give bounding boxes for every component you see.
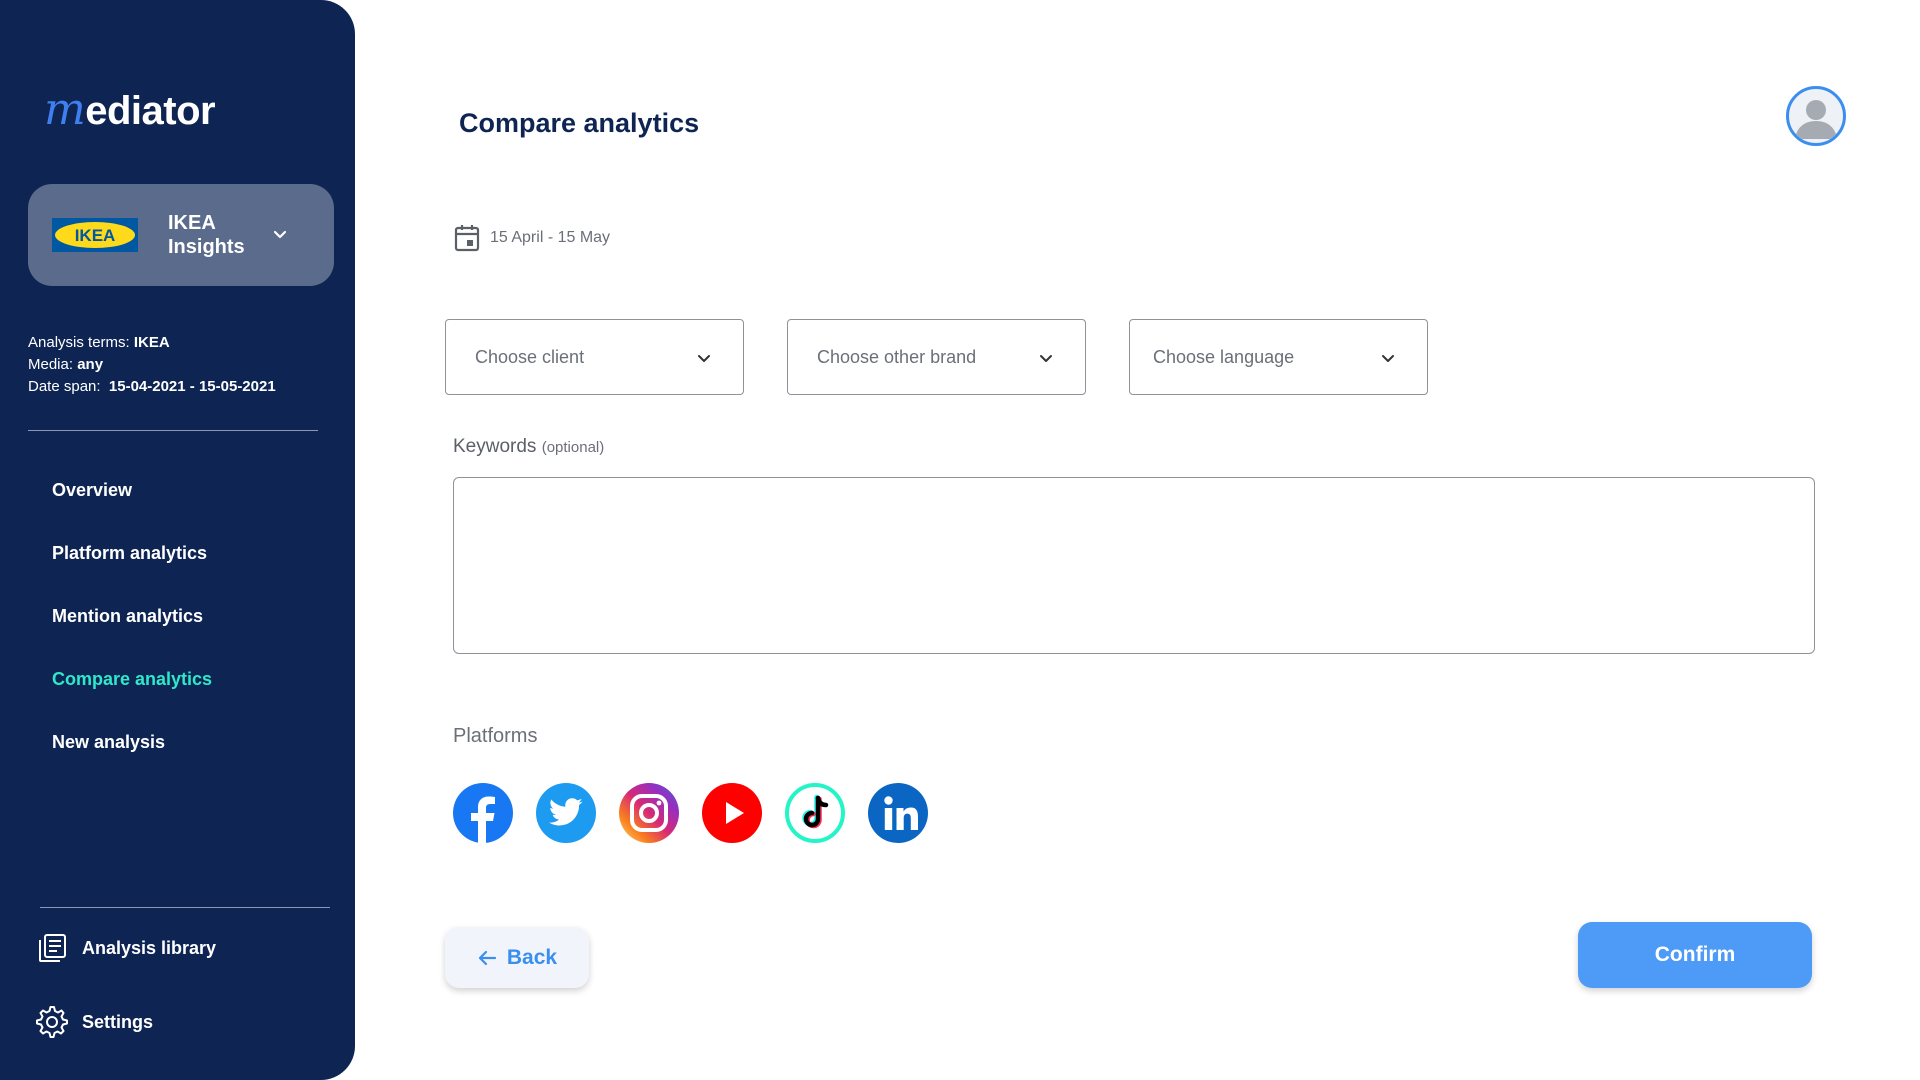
date-range-text: 15 April - 15 May (490, 229, 611, 246)
ikea-logo-text: IKEA (75, 226, 116, 245)
language-select-label: Choose language (1153, 346, 1295, 367)
brand-name-line2: Insights (168, 236, 245, 258)
sidebar-divider (28, 430, 318, 431)
user-avatar[interactable] (1786, 86, 1846, 146)
sidebar-divider-bottom (40, 907, 330, 908)
chevron-down-icon (1040, 355, 1052, 362)
calendar-icon (454, 225, 480, 252)
chevron-down-icon[interactable] (270, 224, 290, 244)
nav-item-new-analysis[interactable]: New analysis (52, 732, 165, 753)
app-root: mediator IKEA IKEA Insights Analysis ter… (0, 0, 1920, 1080)
brand-name-line1: IKEA (168, 212, 216, 234)
facebook-icon[interactable] (453, 783, 513, 843)
date-span-value: 15-04-2021 - 15-05-2021 (108, 378, 276, 395)
nav-item-platform-analytics[interactable]: Platform analytics (52, 543, 207, 564)
nav-item-compare-analytics[interactable]: Compare analytics (52, 669, 212, 690)
nav-item-settings[interactable]: Settings (36, 1006, 153, 1038)
brand-name: IKEA Insights (168, 211, 245, 259)
brand-selector[interactable]: IKEA IKEA Insights (28, 184, 334, 286)
library-icon (39, 934, 66, 962)
date-range[interactable]: 15 April - 15 May (454, 224, 610, 252)
keywords-input[interactable] (453, 477, 1815, 654)
keywords-label: Keywords (optional) (453, 436, 604, 458)
analysis-terms-label: Analysis terms: (28, 334, 130, 351)
analysis-terms-value: IKEA (133, 334, 170, 351)
instagram-icon[interactable] (619, 783, 679, 843)
settings-label: Settings (82, 1011, 154, 1032)
user-icon (1795, 100, 1837, 139)
other-brand-select[interactable]: Choose other brand (787, 319, 1086, 395)
language-select[interactable]: Choose language (1129, 319, 1428, 395)
date-span-row: Date span: 15-04-2021 - 15-05-2021 (28, 376, 276, 398)
youtube-icon[interactable] (702, 783, 762, 843)
sidebar: mediator IKEA IKEA Insights Analysis ter… (0, 0, 355, 1080)
back-button[interactable]: Back (445, 927, 589, 988)
analysis-terms-row: Analysis terms: IKEA (28, 332, 276, 354)
ikea-logo: IKEA (52, 218, 138, 252)
media-value: any (77, 356, 104, 373)
media-label: Media: (28, 356, 74, 373)
nav-item-mention-analytics[interactable]: Mention analytics (52, 606, 203, 627)
app-logo: mediator (44, 84, 216, 135)
platform-list (453, 783, 951, 843)
logo-mark: m (44, 84, 86, 135)
back-button-label: Back (506, 945, 558, 969)
chevron-down-icon (1382, 355, 1394, 362)
gear-icon (36, 1006, 68, 1038)
keywords-optional-hint: (optional) (541, 439, 605, 456)
media-row: Media: any (28, 354, 276, 376)
twitter-icon[interactable] (536, 783, 596, 843)
page-title: Compare analytics (459, 108, 700, 138)
arrow-left-icon (478, 950, 496, 965)
client-select[interactable]: Choose client (445, 319, 744, 395)
platforms-label: Platforms (453, 725, 538, 747)
tiktok-icon[interactable] (785, 783, 845, 843)
confirm-button[interactable]: Confirm (1578, 922, 1812, 988)
linkedin-icon[interactable] (868, 783, 928, 843)
analysis-summary: Analysis terms: IKEA Media: any Date spa… (28, 332, 276, 398)
date-span-label: Date span: (28, 378, 101, 395)
nav-item-analysis-library[interactable]: Analysis library (36, 932, 216, 964)
chevron-down-icon (698, 355, 710, 362)
keywords-label-text: Keywords (453, 436, 537, 457)
nav-item-overview[interactable]: Overview (52, 480, 132, 501)
other-brand-select-label: Choose other brand (817, 346, 977, 367)
client-select-label: Choose client (475, 346, 585, 367)
analysis-library-label: Analysis library (82, 937, 217, 958)
logo-text: ediator (85, 89, 216, 133)
